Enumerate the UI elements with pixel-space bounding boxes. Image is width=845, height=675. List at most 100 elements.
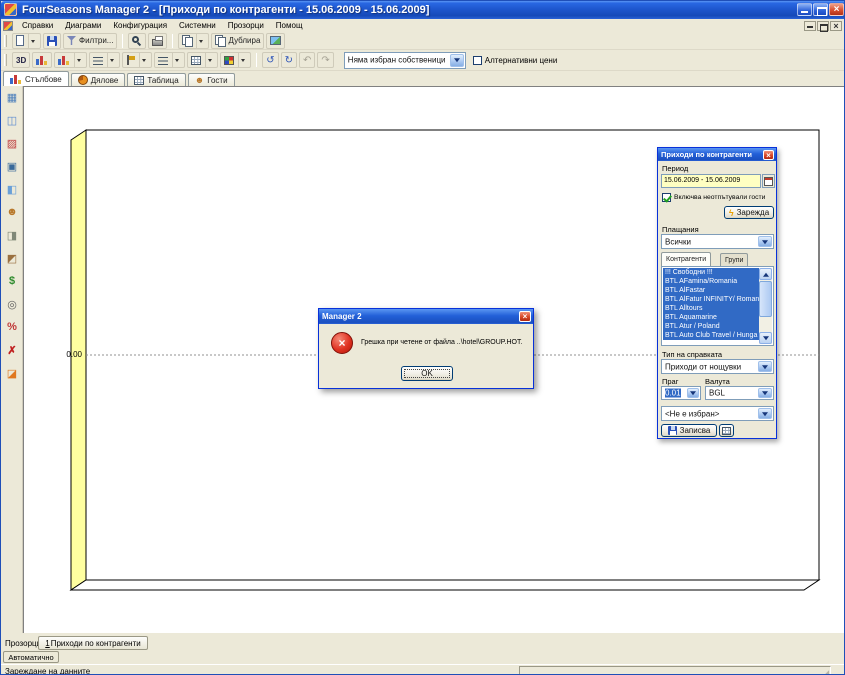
mdi-child-icon[interactable] xyxy=(3,21,13,31)
tab-table[interactable]: Таблица xyxy=(127,73,185,86)
window-tab[interactable]: 1 Приходи по контрагенти xyxy=(38,636,148,650)
app-icon[interactable] xyxy=(4,3,17,16)
tab-contractors[interactable]: Контрагенти xyxy=(661,252,711,266)
owner-select[interactable]: Няма избран собственици xyxy=(344,52,466,69)
sidebar-printer-icon[interactable]: ◨ xyxy=(4,227,20,243)
colors-button[interactable] xyxy=(220,52,251,68)
marks-button[interactable] xyxy=(122,52,152,68)
copy-button[interactable] xyxy=(178,33,209,49)
series-button[interactable] xyxy=(54,52,87,68)
browse-button[interactable] xyxy=(719,424,734,437)
3d-toggle-button[interactable]: 3D xyxy=(12,52,30,68)
axes-button[interactable] xyxy=(187,52,218,68)
list-item[interactable]: BTL Alltours xyxy=(663,304,759,313)
chevron-down-icon[interactable] xyxy=(238,53,247,67)
currency-select[interactable]: BGL xyxy=(705,386,774,400)
mdi-minimize-button[interactable] xyxy=(804,21,816,31)
include-guests-checkbox[interactable] xyxy=(662,193,671,202)
gridlines-button[interactable] xyxy=(154,52,185,68)
tab-guests[interactable]: ☻ Гости xyxy=(188,73,235,86)
list-item[interactable]: BTL Atur / Poland xyxy=(663,322,759,331)
dialog-close-button[interactable]: × xyxy=(519,311,531,322)
tab-shares[interactable]: Дялове xyxy=(71,73,126,86)
toolbar-grip[interactable] xyxy=(4,35,7,47)
mdi-restore-button[interactable] xyxy=(817,21,829,31)
load-button[interactable]: ϟ Зарежда xyxy=(724,206,774,219)
chevron-down-icon[interactable] xyxy=(196,34,205,48)
sidebar-guests-icon[interactable]: ☻ xyxy=(4,204,20,220)
chevron-down-icon[interactable] xyxy=(758,408,772,419)
panel-close-button[interactable]: × xyxy=(763,150,774,160)
sidebar-currency-icon[interactable]: $ xyxy=(4,273,20,289)
chevron-down-icon[interactable] xyxy=(758,236,772,247)
sidebar-chart-icon[interactable]: ▨ xyxy=(4,135,20,151)
maximize-button[interactable] xyxy=(813,3,828,16)
sidebar-monitor-icon[interactable]: ▣ xyxy=(4,158,20,174)
threshold-input[interactable]: 0.01 xyxy=(661,386,701,400)
legend-button[interactable] xyxy=(89,52,120,68)
rotate-right-button[interactable]: ↻ xyxy=(281,52,297,68)
report-type-select[interactable]: Приходи от нощувки xyxy=(661,359,774,374)
ok-button[interactable]: OK xyxy=(401,366,453,381)
redo-view-button[interactable]: ↷ xyxy=(317,52,333,68)
list-item[interactable]: BTL AlFatur INFINITY/ Romani xyxy=(663,295,759,304)
sidebar-table-icon[interactable]: ▦ xyxy=(4,89,20,105)
chevron-down-icon[interactable] xyxy=(687,388,699,398)
payments-select[interactable]: Всички xyxy=(661,234,774,249)
duplicate-button[interactable]: Дублира xyxy=(211,33,264,49)
sidebar-delete-icon[interactable]: ✗ xyxy=(4,342,20,358)
chart-settings-button[interactable] xyxy=(32,52,52,68)
sidebar-form-icon[interactable]: ◫ xyxy=(4,112,20,128)
undo-view-button[interactable]: ↶ xyxy=(299,52,315,68)
rotate-left-button[interactable]: ↺ xyxy=(262,52,278,68)
sidebar-view-icon[interactable]: ◎ xyxy=(4,296,20,312)
chevron-down-icon[interactable] xyxy=(107,53,116,67)
chevron-down-icon[interactable] xyxy=(758,361,772,372)
list-item[interactable]: BTL AlFastar xyxy=(663,286,759,295)
chevron-down-icon[interactable] xyxy=(74,53,83,67)
alt-prices-checkbox[interactable] xyxy=(473,56,482,65)
save-button[interactable] xyxy=(43,33,61,49)
chevron-down-icon[interactable] xyxy=(758,388,772,398)
toolbar-grip[interactable] xyxy=(4,54,7,66)
new-report-button[interactable] xyxy=(12,33,41,49)
resize-grip-icon[interactable]: ◢ xyxy=(822,668,829,675)
chevron-down-icon[interactable] xyxy=(450,54,464,67)
save-report-button[interactable]: Записва xyxy=(661,424,717,437)
menu-pomosht[interactable]: Помощ xyxy=(270,20,309,31)
list-item[interactable]: BTL Auto Club Travel / Hunga xyxy=(663,331,759,340)
scrollbar[interactable] xyxy=(759,268,772,344)
menu-spravki[interactable]: Справки xyxy=(16,20,59,31)
scroll-up-button[interactable] xyxy=(759,268,772,280)
calendar-button[interactable] xyxy=(762,174,775,188)
automatic-button[interactable]: Автоматично xyxy=(3,651,59,663)
menu-diagrami[interactable]: Диаграми xyxy=(59,20,107,31)
chevron-down-icon[interactable] xyxy=(28,34,37,48)
period-input[interactable]: 15.06.2009 - 15.06.2009 xyxy=(661,174,761,188)
dialog-titlebar[interactable]: Manager 2 × xyxy=(319,309,533,324)
chevron-down-icon[interactable] xyxy=(205,53,214,67)
sidebar-window-icon[interactable]: ◧ xyxy=(4,181,20,197)
chevron-down-icon[interactable] xyxy=(172,53,181,67)
tab-columns[interactable]: Стълбове xyxy=(3,71,69,86)
list-item[interactable]: !!! Свободни !!! xyxy=(663,268,759,277)
sidebar-chart2-icon[interactable]: ◪ xyxy=(4,365,20,381)
hotel-select[interactable]: <Не е избран> xyxy=(661,406,774,421)
sidebar-discount-icon[interactable]: % xyxy=(4,319,20,335)
scroll-thumb[interactable] xyxy=(759,281,772,317)
close-button[interactable]: × xyxy=(829,3,844,16)
image-button[interactable] xyxy=(266,33,285,49)
panel-titlebar[interactable]: Приходи по контрагенти × xyxy=(658,148,776,161)
menu-sistemni[interactable]: Системни xyxy=(173,20,222,31)
sidebar-archive-icon[interactable]: ◩ xyxy=(4,250,20,266)
tab-groups[interactable]: Групи xyxy=(720,253,748,266)
filters-button[interactable]: Филтри... xyxy=(63,33,117,49)
chevron-down-icon[interactable] xyxy=(139,53,148,67)
preview-button[interactable] xyxy=(128,33,146,49)
mdi-close-button[interactable]: × xyxy=(830,21,842,31)
list-item[interactable]: BTL Aquamarine xyxy=(663,313,759,322)
print-button[interactable] xyxy=(148,33,167,49)
menu-prozorci[interactable]: Прозорци xyxy=(222,20,270,31)
scroll-down-button[interactable] xyxy=(759,332,772,344)
list-item[interactable]: BTL AFamina/Romania xyxy=(663,277,759,286)
